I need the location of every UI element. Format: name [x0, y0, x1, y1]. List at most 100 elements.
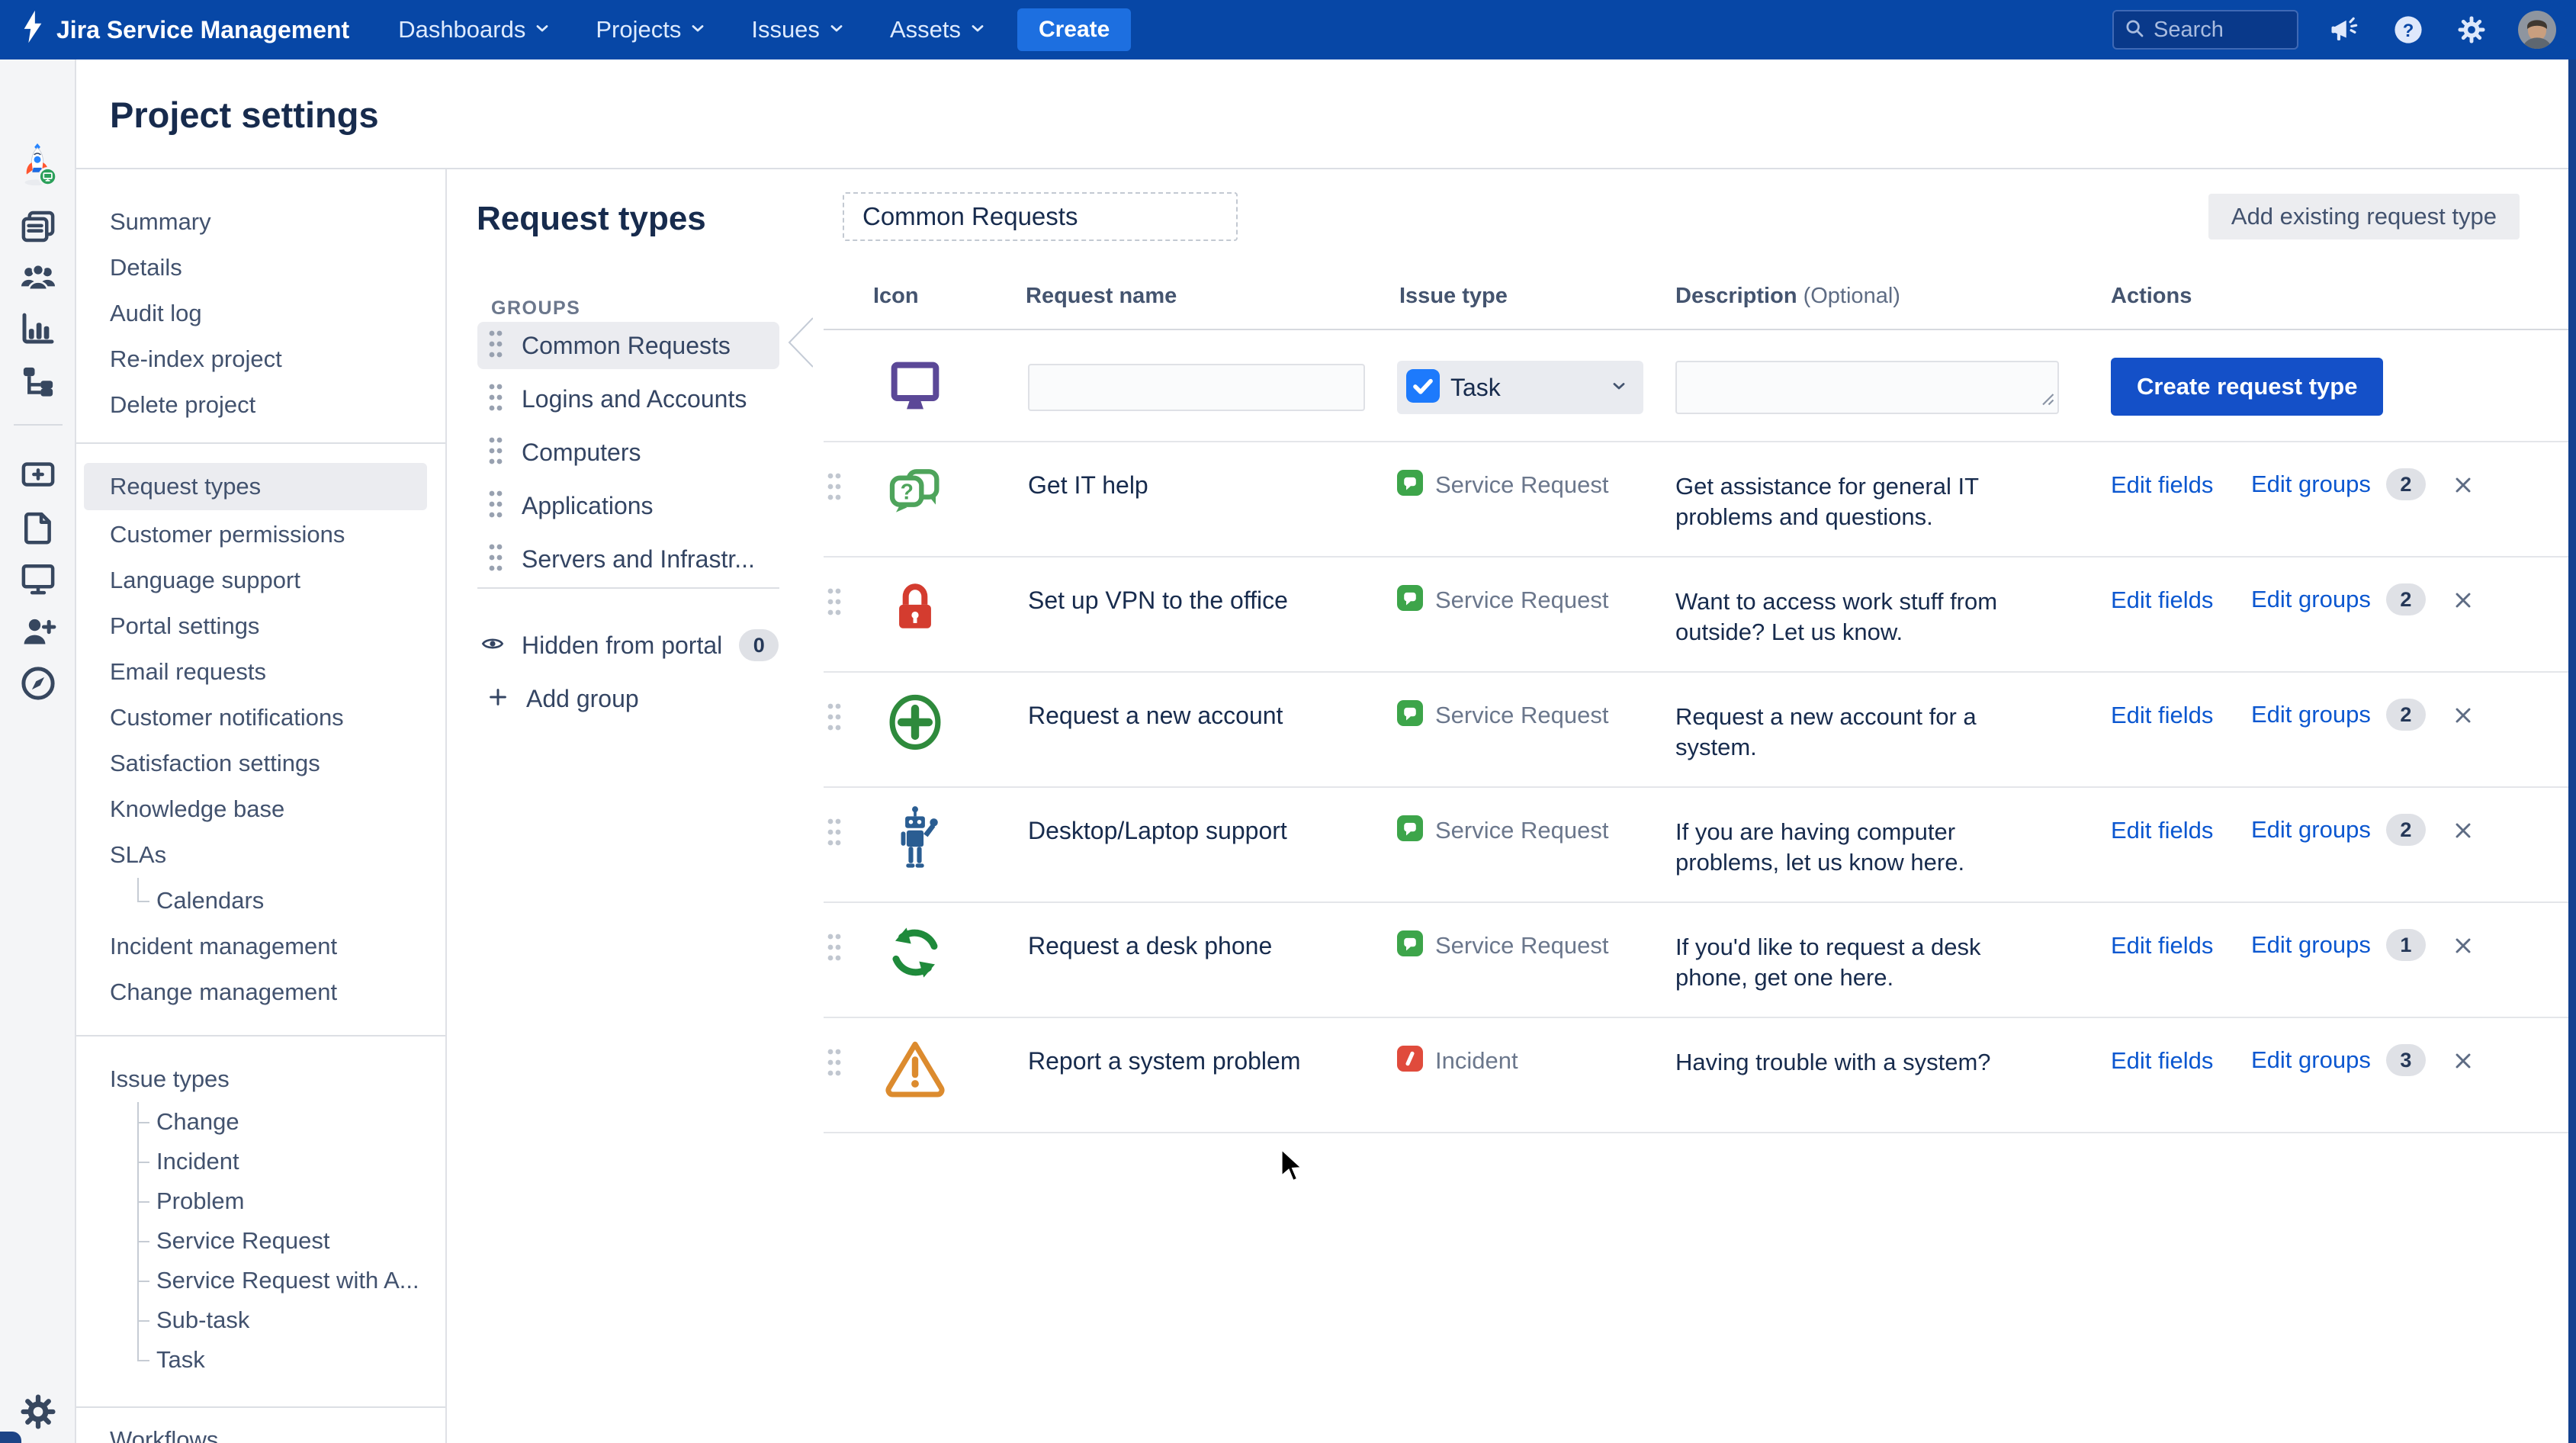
- edit-groups-cell: Edit groups2: [2251, 699, 2426, 731]
- drag-handle-icon[interactable]: [825, 700, 843, 738]
- edit-groups-link[interactable]: Edit groups: [2251, 931, 2371, 959]
- sidebar-item-request-types[interactable]: Request types: [84, 463, 427, 510]
- edit-groups-link[interactable]: Edit groups: [2251, 816, 2371, 844]
- sidebar-item-details[interactable]: Details: [76, 245, 445, 291]
- new-request-type-icon-picker[interactable]: [877, 330, 953, 442]
- sidebar-item-customer-notifications[interactable]: Customer notifications: [76, 695, 445, 741]
- announcement-megaphone-icon[interactable]: [2329, 14, 2361, 46]
- project-settings-gear-icon[interactable]: [0, 1391, 76, 1432]
- request-description: If you'd like to request a desk phone, g…: [1675, 932, 2041, 993]
- app-logo[interactable]: Jira Service Management: [20, 9, 349, 50]
- sidebar-item-email-requests[interactable]: Email requests: [76, 649, 445, 695]
- sidebar-item-workflows[interactable]: Workflows: [76, 1417, 445, 1443]
- remove-request-type-icon[interactable]: [2451, 818, 2475, 847]
- edit-groups-link[interactable]: Edit groups: [2251, 1046, 2371, 1074]
- sidebar-item-service-request[interactable]: Service Request: [76, 1221, 445, 1261]
- add-group-button[interactable]: Add group: [487, 676, 639, 722]
- edit-fields-link[interactable]: Edit fields: [2111, 471, 2213, 498]
- sidebar-item-problem[interactable]: Problem: [76, 1181, 445, 1221]
- request-name-input[interactable]: [1028, 364, 1365, 411]
- sidebar-item-satisfaction-settings[interactable]: Satisfaction settings: [76, 741, 445, 786]
- nav-item-label: Issues: [751, 16, 820, 43]
- drag-handle-icon[interactable]: [825, 930, 843, 968]
- remove-request-type-icon[interactable]: [2451, 1049, 2475, 1077]
- nav-item-projects[interactable]: Projects: [596, 16, 707, 43]
- groups-count-badge: 2: [2386, 814, 2426, 846]
- sidebar-item-issue-types[interactable]: Issue types: [76, 1056, 445, 1102]
- sidebar-item-sub-task[interactable]: Sub-task: [76, 1300, 445, 1340]
- issue-type-select[interactable]: Task: [1397, 361, 1643, 414]
- edit-fields-link[interactable]: Edit fields: [2111, 702, 2213, 728]
- group-item-logins-and-accounts[interactable]: Logins and Accounts: [477, 372, 779, 426]
- group-item-computers[interactable]: Computers: [477, 426, 779, 479]
- sidebar-item-portal-settings[interactable]: Portal settings: [76, 603, 445, 649]
- queues-icon[interactable]: [0, 206, 76, 247]
- edit-groups-link[interactable]: Edit groups: [2251, 471, 2371, 498]
- portal-monitor-icon[interactable]: [0, 558, 76, 599]
- sidebar-item-task[interactable]: Task: [76, 1340, 445, 1380]
- create-button[interactable]: Create: [1017, 8, 1131, 51]
- sidebar-item-incident-management[interactable]: Incident management: [76, 924, 445, 969]
- channels-structure-icon[interactable]: [0, 362, 76, 403]
- nav-item-dashboards[interactable]: Dashboards: [398, 16, 551, 43]
- group-item-applications[interactable]: Applications: [477, 479, 779, 532]
- edit-fields-link[interactable]: Edit fields: [2111, 1047, 2213, 1074]
- sidebar-item-language-support[interactable]: Language support: [76, 558, 445, 603]
- group-title-editable[interactable]: Common Requests: [843, 192, 1238, 241]
- remove-request-type-icon[interactable]: [2451, 934, 2475, 962]
- sidebar-item-knowledge-base[interactable]: Knowledge base: [76, 786, 445, 832]
- customers-icon[interactable]: [0, 256, 76, 297]
- document-icon[interactable]: [0, 506, 76, 548]
- sidebar-item-incident[interactable]: Incident: [76, 1142, 445, 1181]
- sidebar-item-calendars[interactable]: Calendars: [76, 878, 445, 924]
- drag-handle-icon[interactable]: [487, 327, 505, 365]
- sidebar-item-label: Change management: [110, 979, 337, 1006]
- user-avatar[interactable]: [2518, 11, 2556, 49]
- remove-request-type-icon[interactable]: [2451, 588, 2475, 616]
- description-input[interactable]: [1675, 361, 2059, 414]
- drag-handle-icon[interactable]: [825, 1046, 843, 1083]
- edit-groups-link[interactable]: Edit groups: [2251, 701, 2371, 728]
- add-existing-request-type-button[interactable]: Add existing request type: [2208, 194, 2520, 239]
- group-item-common-requests[interactable]: Common Requests: [477, 322, 779, 369]
- raise-request-card-icon[interactable]: [0, 454, 76, 495]
- sidebar-item-re-index-project[interactable]: Re-index project: [76, 336, 445, 382]
- drag-handle-icon[interactable]: [825, 815, 843, 853]
- drag-handle-icon[interactable]: [825, 470, 843, 507]
- sidebar-item-label: Customer notifications: [110, 704, 344, 731]
- remove-request-type-icon[interactable]: [2451, 703, 2475, 731]
- edit-groups-link[interactable]: Edit groups: [2251, 586, 2371, 613]
- sidebar-item-delete-project[interactable]: Delete project: [76, 382, 445, 428]
- project-avatar-rocket-icon[interactable]: [0, 142, 76, 189]
- search-input[interactable]: [2154, 18, 2288, 43]
- remove-request-type-icon[interactable]: [2451, 473, 2475, 501]
- hidden-from-portal-item[interactable]: Hidden from portal 0: [480, 622, 779, 668]
- drag-handle-icon[interactable]: [487, 381, 505, 418]
- drag-handle-icon[interactable]: [825, 585, 843, 622]
- edit-fields-link[interactable]: Edit fields: [2111, 587, 2213, 613]
- nav-item-assets[interactable]: Assets: [890, 16, 987, 43]
- drag-handle-icon[interactable]: [487, 434, 505, 471]
- sidebar-item-slas[interactable]: SLAs: [76, 832, 445, 878]
- sidebar-item-customer-permissions[interactable]: Customer permissions: [76, 512, 445, 558]
- discover-compass-icon[interactable]: [0, 663, 76, 704]
- edit-fields-link[interactable]: Edit fields: [2111, 817, 2213, 844]
- sidebar-item-label: Task: [156, 1346, 205, 1374]
- drag-handle-icon[interactable]: [487, 487, 505, 525]
- edit-fields-link[interactable]: Edit fields: [2111, 932, 2213, 959]
- sidebar-item-change-management[interactable]: Change management: [76, 969, 445, 1015]
- create-request-type-button[interactable]: Create request type: [2111, 358, 2383, 416]
- sidebar-item-change[interactable]: Change: [76, 1102, 445, 1142]
- sidebar-item-service-request-with-a[interactable]: Service Request with A...: [76, 1261, 445, 1300]
- sidebar-item-summary[interactable]: Summary: [76, 199, 445, 245]
- drag-handle-icon[interactable]: [487, 541, 505, 578]
- sidebar-item-audit-log[interactable]: Audit log: [76, 291, 445, 336]
- reports-icon[interactable]: [0, 307, 76, 349]
- group-item-servers-and-infrastr[interactable]: Servers and Infrastr...: [477, 532, 779, 586]
- settings-gear-icon[interactable]: [2456, 14, 2488, 46]
- right-scrollbar-strip[interactable]: [2568, 59, 2576, 1443]
- search-box[interactable]: [2112, 10, 2298, 50]
- nav-item-issues[interactable]: Issues: [751, 16, 846, 43]
- help-icon[interactable]: ?: [2391, 13, 2425, 47]
- invite-person-icon[interactable]: [0, 610, 76, 651]
